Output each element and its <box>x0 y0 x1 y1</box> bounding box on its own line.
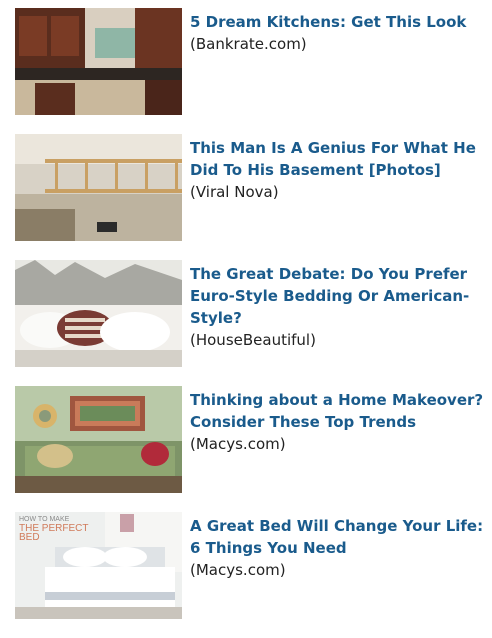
headline-link[interactable]: This Man Is A Genius For What He Did To … <box>190 137 485 181</box>
headline-link[interactable]: The Great Debate: Do You Prefer Euro-Sty… <box>190 263 485 329</box>
list-item: This Man Is A Genius For What He Did To … <box>15 134 485 241</box>
bed-thumbnail[interactable]: HOW TO MAKE THE PERFECT BED <box>15 512 182 619</box>
headline-link[interactable]: 5 Dream Kitchens: Get This Look <box>190 11 485 33</box>
item-text: This Man Is A Genius For What He Did To … <box>190 134 485 203</box>
item-text: 5 Dream Kitchens: Get This Look (Bankrat… <box>190 8 485 55</box>
headline-link[interactable]: Thinking about a Home Makeover? Consider… <box>190 389 485 433</box>
thumb-overlay-line3: BED <box>19 532 40 543</box>
headline-link[interactable]: A Great Bed Will Change Your Life: 6 Thi… <box>190 515 485 559</box>
item-text: Thinking about a Home Makeover? Consider… <box>190 386 485 455</box>
sponsored-links-list: 5 Dream Kitchens: Get This Look (Bankrat… <box>15 8 485 638</box>
list-item: The Great Debate: Do You Prefer Euro-Sty… <box>15 260 485 367</box>
kitchen-thumbnail[interactable] <box>15 8 182 115</box>
list-item: Thinking about a Home Makeover? Consider… <box>15 386 485 493</box>
source-label: (HouseBeautiful) <box>190 331 316 349</box>
list-item: HOW TO MAKE THE PERFECT BED A Great Bed … <box>15 512 485 619</box>
source-label: (Macys.com) <box>190 561 286 579</box>
thumb-overlay-line1: HOW TO MAKE <box>19 516 70 523</box>
item-text: A Great Bed Will Change Your Life: 6 Thi… <box>190 512 485 581</box>
source-label: (Viral Nova) <box>190 183 279 201</box>
item-text: The Great Debate: Do You Prefer Euro-Sty… <box>190 260 485 351</box>
list-item: 5 Dream Kitchens: Get This Look (Bankrat… <box>15 8 485 115</box>
living-room-thumbnail[interactable] <box>15 386 182 493</box>
source-label: (Macys.com) <box>190 435 286 453</box>
source-label: (Bankrate.com) <box>190 35 307 53</box>
basement-thumbnail[interactable] <box>15 134 182 241</box>
bedding-thumbnail[interactable] <box>15 260 182 367</box>
